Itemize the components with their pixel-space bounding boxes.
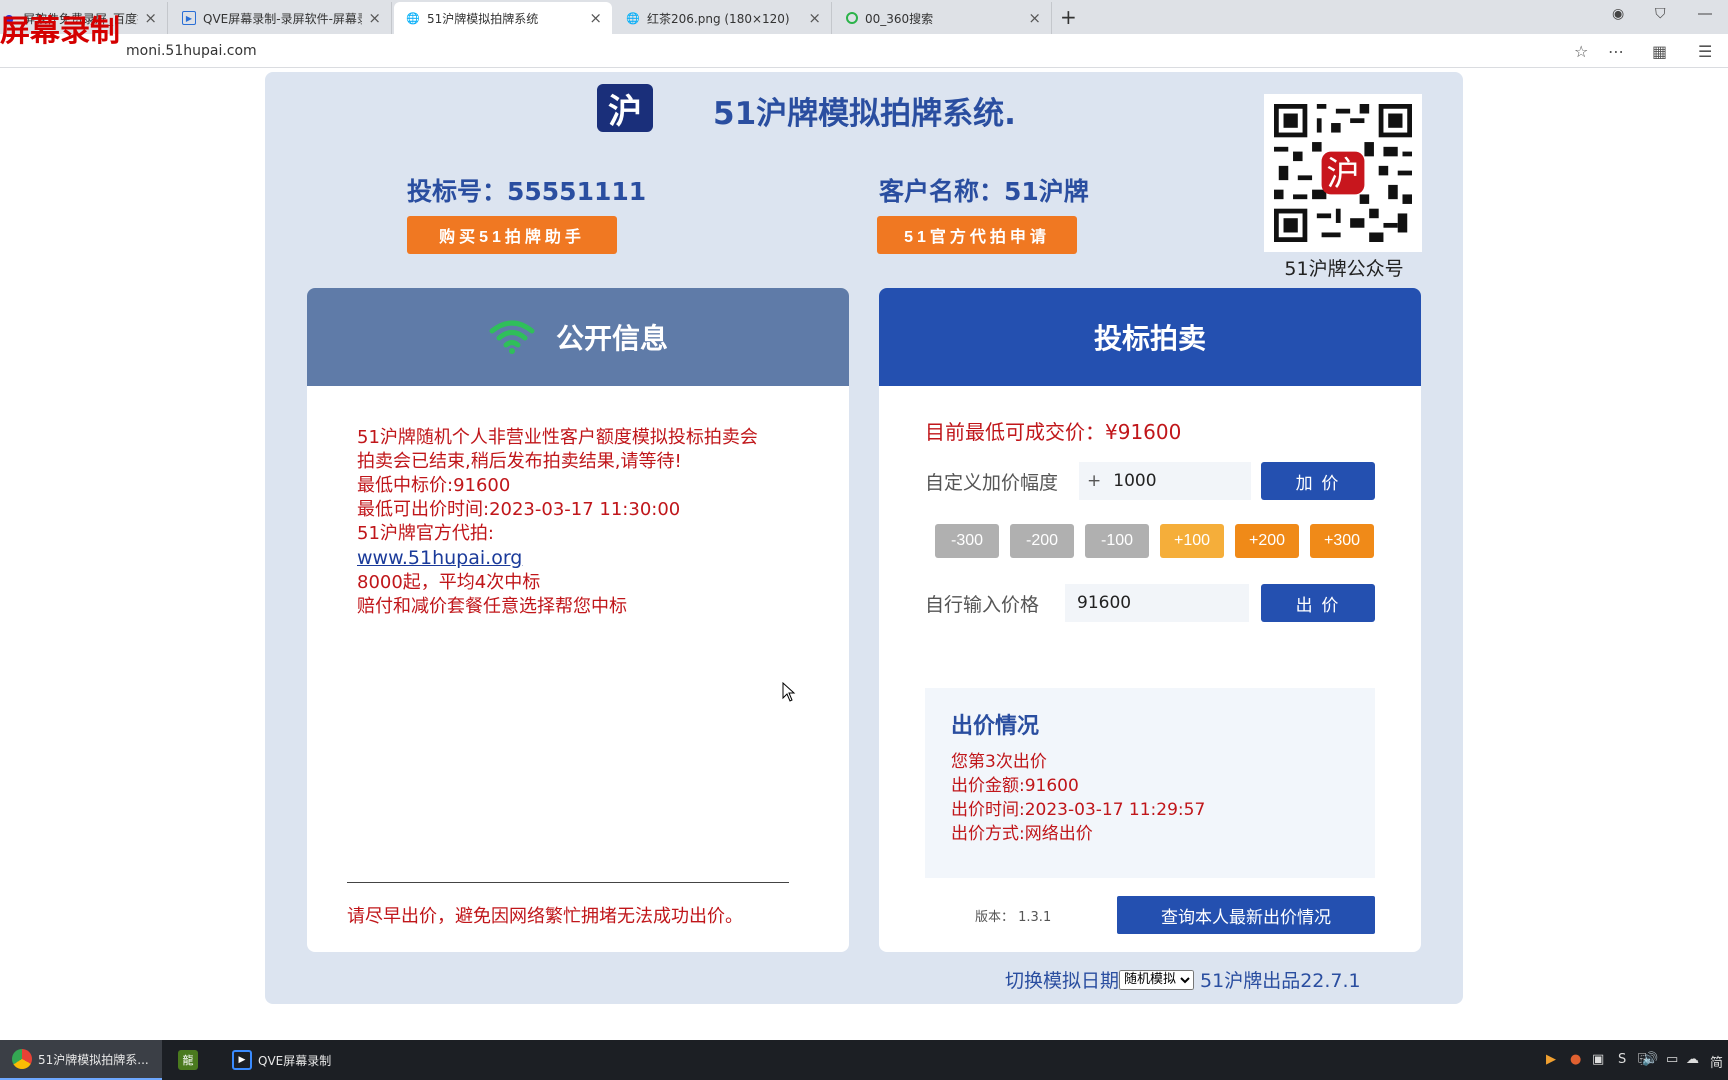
info-line: 最低中标价:91600 bbox=[357, 475, 511, 496]
360-icon bbox=[846, 12, 858, 24]
qve-icon: ▶ bbox=[232, 1050, 252, 1070]
customer-name: 客户名称：51沪牌 bbox=[879, 177, 1089, 206]
qr-code: 沪 bbox=[1264, 94, 1422, 252]
tray-s-icon[interactable]: S bbox=[1618, 1052, 1626, 1067]
brand-text: 51沪牌出品22.7.1 bbox=[1200, 970, 1361, 992]
plus-sign: + bbox=[1087, 471, 1102, 491]
bid-status-box: 出价情况 您第3次出价 出价金额:91600 出价时间:2023-03-17 1… bbox=[925, 688, 1375, 878]
price-input[interactable] bbox=[1065, 584, 1249, 622]
step-plus-300-button[interactable]: +300 bbox=[1310, 524, 1374, 558]
info-line: 8000起，平均4次中标 bbox=[357, 572, 541, 593]
taskbar-item-browser[interactable]: 51沪牌模拟拍牌系... bbox=[0, 1040, 162, 1080]
info-line: 51沪牌官方代拍: bbox=[357, 523, 494, 544]
bid-button[interactable]: 出 价 bbox=[1261, 584, 1375, 622]
star-icon[interactable]: ☆ bbox=[1574, 42, 1588, 61]
status-line: 您第3次出价 bbox=[951, 752, 1047, 772]
footer: 切换模拟日期 随机模拟 51沪牌出品22.7.1 bbox=[1005, 966, 1361, 993]
new-tab-icon[interactable]: + bbox=[1060, 5, 1077, 29]
close-icon[interactable]: × bbox=[368, 9, 381, 27]
switch-date-label: 切换模拟日期 bbox=[1005, 970, 1120, 992]
tray-display-icon[interactable]: ▭ bbox=[1666, 1052, 1678, 1067]
tab-image[interactable]: 🌐 红茶206.png (180×120) × bbox=[614, 2, 832, 34]
volume-icon[interactable]: 🔊 bbox=[1642, 1052, 1658, 1067]
address-bar[interactable]: moni.51hupai.com ☆ ⋯ ▦ ☰ bbox=[0, 34, 1728, 68]
dragon-app-icon: 龍 bbox=[178, 1050, 198, 1070]
taskbar-item-app[interactable]: 龍 bbox=[166, 1040, 216, 1080]
status-line: 出价时间:2023-03-17 11:29:57 bbox=[951, 800, 1206, 820]
page-title: 51沪牌模拟拍牌系统. bbox=[713, 96, 1016, 132]
shirt-icon[interactable]: ⛉ bbox=[1655, 6, 1666, 22]
increment-value[interactable]: 1000 bbox=[1113, 471, 1156, 491]
increment-label: 自定义加价幅度 bbox=[925, 472, 1059, 494]
apps-grid-icon[interactable]: ▦ bbox=[1652, 42, 1667, 61]
taskbar: 51沪牌模拟拍牌系... 龍 ▶ QVE屏幕录制 ▶ ● ▣ S ⎘ 🔊 ▭ ☁… bbox=[0, 1040, 1728, 1080]
qr-center-char: 沪 bbox=[1326, 154, 1359, 193]
qr-label: 51沪牌公众号 bbox=[1284, 258, 1404, 280]
close-icon[interactable]: × bbox=[589, 9, 602, 27]
info-line: 拍卖会已结束,稍后发布拍卖结果,请等待! bbox=[357, 451, 682, 472]
qve-icon: ▶ bbox=[182, 11, 196, 25]
info-line: 51沪牌随机个人非营业性客户额度模拟投标拍卖会 bbox=[357, 427, 758, 448]
close-icon[interactable]: × bbox=[808, 9, 821, 27]
status-line: 出价金额:91600 bbox=[951, 776, 1079, 796]
price-label: 自行输入价格 bbox=[925, 594, 1040, 616]
minimize-icon[interactable]: ― bbox=[1698, 6, 1712, 22]
site-logo: 沪 bbox=[597, 84, 653, 132]
public-info-title: 公开信息 bbox=[555, 322, 668, 355]
simulation-date-select[interactable]: 随机模拟 bbox=[1119, 969, 1195, 990]
globe-icon: 🌐 bbox=[406, 11, 420, 25]
close-icon[interactable]: × bbox=[1028, 9, 1041, 27]
browser-tab-bar: ● 屏软件免费录屏_百度搜索 × ▶ QVE屏幕录制-录屏软件-屏幕录 × 🌐 … bbox=[0, 0, 1728, 34]
status-line: 出价方式:网络出价 bbox=[951, 824, 1093, 844]
step-minus-100-button[interactable]: -100 bbox=[1085, 524, 1149, 558]
recording-watermark: 屏幕录制 bbox=[0, 14, 120, 49]
account-icon[interactable]: ◉ bbox=[1612, 6, 1624, 22]
raise-button[interactable]: 加 价 bbox=[1261, 462, 1375, 500]
bid-number: 投标号：55551111 bbox=[407, 177, 647, 206]
increment-input[interactable]: + 1000 bbox=[1079, 462, 1251, 500]
tray-screen-icon[interactable]: ▣ bbox=[1592, 1052, 1604, 1067]
bidding-title: 投标拍卖 bbox=[1093, 322, 1206, 355]
bidding-header: 投标拍卖 bbox=[879, 288, 1421, 386]
step-plus-200-button[interactable]: +200 bbox=[1235, 524, 1299, 558]
taskbar-item-qve[interactable]: ▶ QVE屏幕录制 bbox=[220, 1040, 370, 1080]
tab-360[interactable]: 00_360搜索 × bbox=[834, 2, 1052, 34]
step-minus-300-button[interactable]: -300 bbox=[935, 524, 999, 558]
auction-page: 沪 51沪牌模拟拍牌系统. 投标号：55551111 客户名称：51沪牌 购买5… bbox=[265, 72, 1463, 1004]
bid-status-title: 出价情况 bbox=[951, 714, 1040, 739]
bid-status-content: 您第3次出价 出价金额:91600 出价时间:2023-03-17 11:29:… bbox=[951, 750, 1205, 846]
lowest-price: 目前最低可成交价：¥91600 bbox=[925, 420, 1182, 444]
more-icon[interactable]: ⋯ bbox=[1608, 42, 1624, 61]
info-line: 赔付和减价套餐任意选择帮您中标 bbox=[357, 596, 627, 617]
bid-early-hint: 请尽早出价，避免因网络繁忙拥堵无法成功出价。 bbox=[347, 906, 743, 927]
official-proxy-button[interactable]: 51官方代拍申请 bbox=[877, 216, 1077, 254]
mouse-cursor-icon bbox=[782, 682, 796, 702]
globe-icon: 🌐 bbox=[626, 11, 640, 25]
buy-assistant-button[interactable]: 购买51拍牌助手 bbox=[407, 216, 617, 254]
wifi-icon bbox=[489, 320, 535, 354]
qr-code-icon: 沪 bbox=[1274, 104, 1412, 242]
divider bbox=[347, 882, 789, 883]
favorites-icon[interactable]: ☰ bbox=[1698, 42, 1712, 61]
tab-qve[interactable]: ▶ QVE屏幕录制-录屏软件-屏幕录 × bbox=[170, 2, 392, 34]
step-minus-200-button[interactable]: -200 bbox=[1010, 524, 1074, 558]
tray-app-icon[interactable]: ● bbox=[1570, 1052, 1581, 1067]
bidding-panel: 投标拍卖 目前最低可成交价：¥91600 自定义加价幅度 + 1000 加 价 … bbox=[879, 288, 1421, 952]
ime-indicator[interactable]: 简 bbox=[1710, 1052, 1723, 1071]
close-icon[interactable]: × bbox=[144, 9, 157, 27]
version-text: 版本： 1.3.1 bbox=[975, 910, 1052, 925]
tab-51hupai[interactable]: 🌐 51沪牌模拟拍牌系统 × bbox=[394, 2, 612, 34]
info-line: 最低可出价时间:2023-03-17 11:30:00 bbox=[357, 499, 681, 520]
url-text[interactable]: moni.51hupai.com bbox=[126, 43, 257, 59]
public-info-content: 51沪牌随机个人非营业性客户额度模拟投标拍卖会 拍卖会已结束,稍后发布拍卖结果,… bbox=[357, 426, 758, 619]
step-plus-100-button[interactable]: +100 bbox=[1160, 524, 1224, 558]
public-info-header: 公开信息 bbox=[307, 288, 849, 386]
tray-weather-icon[interactable]: ☁ bbox=[1686, 1052, 1699, 1067]
public-info-panel: 公开信息 51沪牌随机个人非营业性客户额度模拟投标拍卖会 拍卖会已结束,稍后发布… bbox=[307, 288, 849, 952]
official-site-link[interactable]: www.51hupai.org bbox=[357, 547, 522, 569]
browser-icon bbox=[12, 1049, 32, 1069]
tray-record-icon[interactable]: ▶ bbox=[1546, 1052, 1556, 1067]
query-latest-bid-button[interactable]: 查询本人最新出价情况 bbox=[1117, 896, 1375, 934]
